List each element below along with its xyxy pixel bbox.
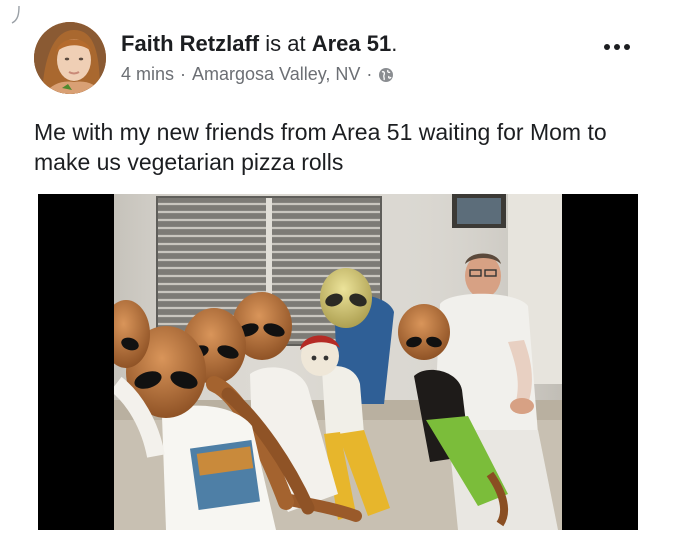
post-timestamp[interactable]: 4 mins bbox=[121, 64, 174, 85]
more-options-button[interactable] bbox=[604, 44, 630, 50]
facebook-post: Faith Retzlaff is at Area 51. 4 mins · A… bbox=[0, 0, 675, 553]
post-meta: 4 mins · Amargosa Valley, NV · bbox=[121, 64, 394, 85]
more-options-dot bbox=[624, 44, 630, 50]
post-location[interactable]: Amargosa Valley, NV bbox=[192, 64, 360, 85]
post-header: Faith Retzlaff is at Area 51. bbox=[121, 31, 397, 57]
place-suffix: . bbox=[391, 31, 398, 56]
globe-icon[interactable] bbox=[378, 67, 394, 83]
photo-scene bbox=[38, 194, 638, 530]
checkin-place[interactable]: Area 51 bbox=[312, 31, 392, 56]
meta-separator: · bbox=[180, 64, 187, 84]
post-photo[interactable] bbox=[38, 194, 638, 530]
more-options-dot bbox=[604, 44, 610, 50]
post-text: Me with my new friends from Area 51 wait… bbox=[34, 119, 607, 175]
more-options-dot bbox=[614, 44, 620, 50]
meta-separator-2: · bbox=[366, 64, 373, 84]
author-avatar[interactable] bbox=[34, 22, 106, 94]
corner-mark-icon bbox=[11, 5, 20, 24]
checkin-connector: is at bbox=[265, 31, 306, 56]
author-name[interactable]: Faith Retzlaff bbox=[121, 31, 259, 56]
